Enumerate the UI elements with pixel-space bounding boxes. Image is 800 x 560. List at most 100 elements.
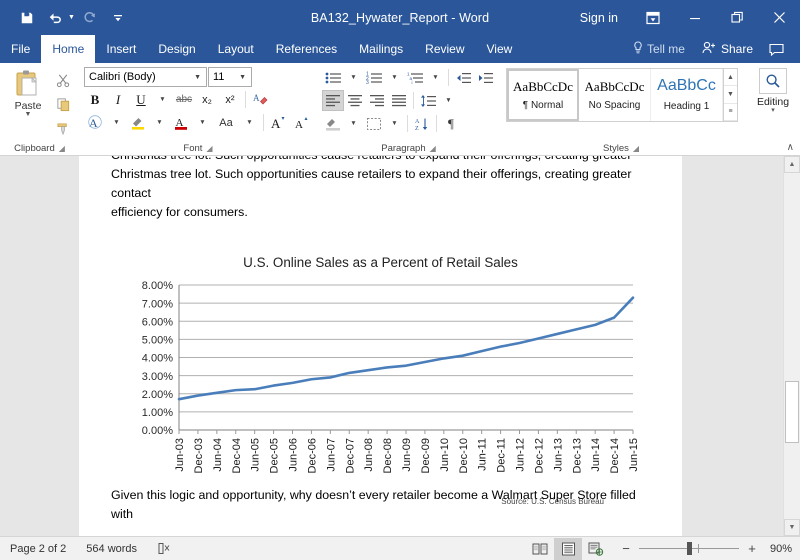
tab-layout[interactable]: Layout	[207, 35, 265, 63]
scroll-up-arrow[interactable]: ▲	[784, 156, 800, 173]
zoom-in-button[interactable]: +	[746, 541, 758, 556]
font-color-icon[interactable]: A	[170, 112, 192, 133]
tab-home[interactable]: Home	[41, 35, 95, 63]
sign-in-button[interactable]: Sign in	[566, 11, 632, 25]
superscript-button[interactable]: x²	[219, 89, 241, 110]
font-size-combo[interactable]: 11 ▼	[208, 67, 252, 87]
scroll-down-arrow[interactable]: ▼	[784, 519, 800, 536]
dialog-launcher-icon[interactable]: ◢	[430, 144, 436, 153]
tab-insert[interactable]: Insert	[95, 35, 147, 63]
bold-button[interactable]: B	[84, 89, 106, 110]
tab-review[interactable]: Review	[414, 35, 475, 63]
increase-indent-icon[interactable]	[474, 67, 496, 88]
word-count[interactable]: 564 words	[76, 543, 147, 555]
line-spacing-caret[interactable]: ▼	[439, 90, 458, 111]
zoom-level-label[interactable]: 90%	[766, 543, 800, 555]
scroll-track[interactable]	[784, 173, 800, 519]
dialog-launcher-icon[interactable]: ◢	[633, 144, 639, 153]
align-center-icon[interactable]	[344, 90, 366, 111]
text-effects-icon[interactable]: A	[84, 112, 106, 133]
document-page[interactable]: Christmas tree lot. Such opportunities c…	[79, 156, 682, 536]
document-body[interactable]: Christmas tree lot. Such opportunities c…	[79, 156, 682, 509]
paste-button[interactable]: Paste ▼	[6, 67, 50, 118]
paste-dropdown-caret[interactable]: ▼	[25, 112, 32, 118]
underline-button[interactable]: U	[130, 89, 152, 110]
italic-button[interactable]: I	[107, 89, 129, 110]
grow-font-icon[interactable]: A	[268, 112, 290, 133]
dialog-launcher-icon[interactable]: ◢	[59, 144, 65, 153]
undo-icon[interactable]	[42, 5, 68, 31]
save-icon[interactable]	[14, 5, 40, 31]
shading-caret[interactable]: ▼	[344, 113, 363, 134]
styles-scroll-up-icon[interactable]: ▲	[724, 69, 737, 86]
chevron-down-icon[interactable]: ▼	[191, 74, 204, 81]
sort-icon[interactable]: AZ	[411, 113, 433, 134]
text-highlight-icon[interactable]	[127, 112, 149, 133]
multilevel-list-caret[interactable]: ▼	[426, 67, 445, 88]
style-item-heading-1[interactable]: AaBbCс Heading 1	[651, 69, 723, 121]
print-layout-icon[interactable]	[554, 538, 582, 560]
text-effects-caret[interactable]: ▼	[107, 112, 126, 133]
numbered-list-icon[interactable]: 123	[363, 67, 385, 88]
styles-scroll-down-icon[interactable]: ▼	[724, 86, 737, 103]
zoom-slider-track[interactable]	[639, 548, 739, 549]
comments-icon[interactable]	[761, 43, 792, 56]
chevron-down-icon[interactable]: ▼	[236, 74, 249, 81]
tell-me-box[interactable]: Tell me	[624, 41, 694, 57]
read-mode-icon[interactable]	[526, 538, 554, 560]
vertical-scrollbar[interactable]: ▲ ▼	[783, 156, 800, 536]
line-spacing-icon[interactable]	[417, 90, 439, 111]
align-right-icon[interactable]	[366, 90, 388, 111]
borders-icon[interactable]	[363, 113, 385, 134]
bullet-list-caret[interactable]: ▼	[344, 67, 363, 88]
multilevel-list-icon[interactable]: 1ai	[404, 67, 426, 88]
change-case-caret[interactable]: ▼	[240, 112, 259, 133]
zoom-control[interactable]: − +	[610, 541, 766, 556]
close-button[interactable]	[758, 0, 800, 35]
style-item-no-spacing[interactable]: AaBbCcDc No Spacing	[579, 69, 651, 121]
strikethrough-button[interactable]: abc	[173, 89, 195, 110]
subscript-button[interactable]: x₂	[196, 89, 218, 110]
page-indicator[interactable]: Page 2 of 2	[0, 543, 76, 555]
editing-button[interactable]: Editing ▾	[750, 68, 796, 114]
scissors-icon[interactable]	[52, 70, 74, 91]
copy-icon[interactable]	[52, 94, 74, 115]
minimize-button[interactable]	[674, 0, 716, 35]
styles-more-icon[interactable]: ≡	[724, 104, 737, 121]
customize-quick-access-icon[interactable]	[105, 5, 131, 31]
dialog-launcher-icon[interactable]: ◢	[206, 144, 212, 153]
tab-references[interactable]: References	[265, 35, 348, 63]
bullet-list-icon[interactable]	[322, 67, 344, 88]
show-paragraph-marks-button[interactable]: ¶	[440, 113, 462, 134]
style-item-normal[interactable]: AaBbCcDc ¶ Normal	[507, 69, 579, 121]
change-case-button[interactable]: Aa	[213, 112, 239, 133]
clear-formatting-icon[interactable]: A	[250, 89, 272, 110]
tab-file[interactable]: File	[0, 35, 41, 63]
borders-caret[interactable]: ▼	[385, 113, 404, 134]
undo-dropdown-caret[interactable]: ▼	[68, 14, 75, 21]
align-left-icon[interactable]	[322, 90, 344, 111]
tab-mailings[interactable]: Mailings	[348, 35, 414, 63]
underline-dropdown-caret[interactable]: ▼	[153, 89, 172, 110]
justify-icon[interactable]	[388, 90, 410, 111]
format-painter-icon[interactable]	[52, 118, 74, 139]
zoom-out-button[interactable]: −	[620, 541, 632, 556]
scroll-thumb[interactable]	[785, 381, 799, 443]
numbered-list-caret[interactable]: ▼	[385, 67, 404, 88]
tab-view[interactable]: View	[476, 35, 524, 63]
shading-icon[interactable]	[322, 113, 344, 134]
zoom-slider-thumb[interactable]	[687, 542, 692, 555]
ribbon-display-options-icon[interactable]	[632, 0, 674, 35]
decrease-indent-icon[interactable]	[452, 67, 474, 88]
tab-design[interactable]: Design	[147, 35, 206, 63]
highlight-caret[interactable]: ▼	[150, 112, 169, 133]
restore-button[interactable]	[716, 0, 758, 35]
styles-gallery-scrollbar[interactable]: ▲ ▼ ≡	[723, 69, 737, 121]
share-button[interactable]: Share	[694, 41, 761, 57]
font-name-combo[interactable]: Calibri (Body) ▼	[84, 67, 207, 87]
shrink-font-icon[interactable]: A	[291, 112, 313, 133]
editing-dropdown-caret[interactable]: ▾	[771, 108, 775, 114]
chart-container[interactable]: U.S. Online Sales as a Percent of Retail…	[111, 253, 650, 509]
font-color-caret[interactable]: ▼	[193, 112, 212, 133]
web-layout-icon[interactable]	[582, 538, 610, 560]
